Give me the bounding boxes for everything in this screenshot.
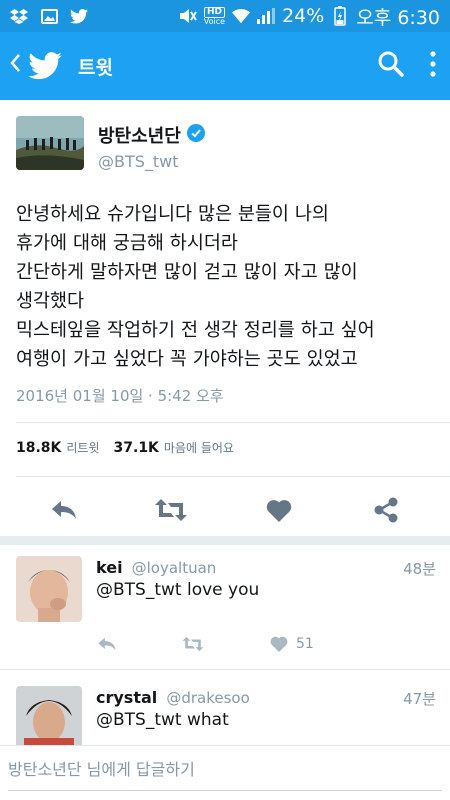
author-display-name: 방탄소년단: [98, 126, 181, 147]
battery-icon: [331, 6, 349, 26]
image-icon: [40, 7, 58, 25]
page-title: 트윗: [78, 56, 113, 79]
like-label[interactable]: 마음에 들어요: [164, 439, 234, 456]
reply-composer: [0, 745, 450, 800]
input-underline: [8, 790, 442, 791]
retweet-count[interactable]: 18.8K: [16, 440, 61, 456]
reply-icon[interactable]: [44, 490, 84, 530]
clock: 오후 6:30: [356, 6, 440, 29]
tweet-text: 안녕하세요 슈가입니다 많은 분들이 나의 휴가에 대해 궁금해 하시더라 간단…: [16, 200, 441, 374]
like-count[interactable]: 37.1K: [114, 440, 159, 456]
reply-text: @BTS_twt what: [96, 710, 229, 730]
tweet-text-line: 간단하게 말하자면 많이 걷고 많이 자고 많이: [16, 262, 358, 283]
reply-time: 47분: [403, 690, 436, 708]
signal-icon: [257, 7, 276, 25]
battery-percent: 24%: [282, 5, 325, 27]
hd-voice-indicator: HD Voice: [203, 6, 226, 26]
voice-label: Voice: [203, 16, 226, 26]
retweet-icon[interactable]: [151, 490, 191, 530]
app-bar: 트윗: [0, 32, 450, 100]
avatar[interactable]: [16, 116, 84, 170]
tweet-timestamp: 2016년 01월 10일 · 5:42 오후: [16, 387, 224, 405]
reply-like-count: 51: [296, 636, 314, 652]
avatar[interactable]: [16, 686, 82, 752]
reply-text: @BTS_twt love you: [96, 580, 260, 600]
tweet-stats: 18.8K 리트윗 37.1K 마음에 들어요: [16, 439, 248, 456]
tweet-text-line: 안녕하세요 슈가입니다 많은 분들이 나의: [16, 204, 329, 225]
tweet-author[interactable]: 방탄소년단 @BTS_twt: [16, 116, 205, 171]
verified-icon: [186, 123, 205, 147]
divider: [16, 422, 450, 423]
tweet-text-line: 여행이 가고 싶었다 꼭 가야하는 곳도 있었고: [16, 349, 358, 370]
tweet-text-line: 믹스테잎을 작업하기 전 생각 정리를 하고 싶어: [16, 320, 375, 341]
tweet-text-line: 생각했다: [16, 291, 85, 312]
reply-author-name[interactable]: crystal: [96, 688, 157, 707]
hd-label: HD: [203, 6, 225, 18]
reply-time: 48분: [403, 560, 436, 578]
reply-icon[interactable]: [96, 634, 118, 654]
reply-author-handle[interactable]: @drakesoo: [166, 689, 249, 707]
tweet-actions: [0, 484, 450, 536]
tweet-text-line: 휴가에 대해 궁금해 하시더라: [16, 233, 238, 254]
share-icon[interactable]: [366, 490, 406, 530]
reply-author-name[interactable]: kei: [96, 558, 123, 577]
reply-author-handle[interactable]: @loyaltuan: [132, 559, 217, 577]
status-bar: HD Voice 24% 오후 6:30: [0, 0, 450, 32]
wifi-icon: [232, 7, 251, 25]
section-separator: [0, 536, 450, 545]
search-icon[interactable]: [378, 51, 404, 81]
twitter-bird-icon: [28, 48, 64, 84]
avatar[interactable]: [16, 556, 82, 622]
author-handle: @BTS_twt: [98, 152, 179, 171]
reply-actions: 51: [96, 634, 314, 654]
twitter-icon: [70, 7, 88, 25]
back-icon[interactable]: [6, 53, 24, 79]
divider: [0, 669, 450, 670]
divider: [16, 476, 450, 477]
mute-icon: [179, 7, 197, 25]
retweet-icon[interactable]: [182, 634, 204, 654]
like-icon[interactable]: [268, 634, 290, 654]
dropbox-icon: [10, 7, 28, 25]
like-icon[interactable]: [259, 490, 299, 530]
reply-input[interactable]: [8, 760, 428, 779]
retweet-label[interactable]: 리트윗: [66, 439, 99, 456]
more-icon[interactable]: [430, 51, 436, 81]
